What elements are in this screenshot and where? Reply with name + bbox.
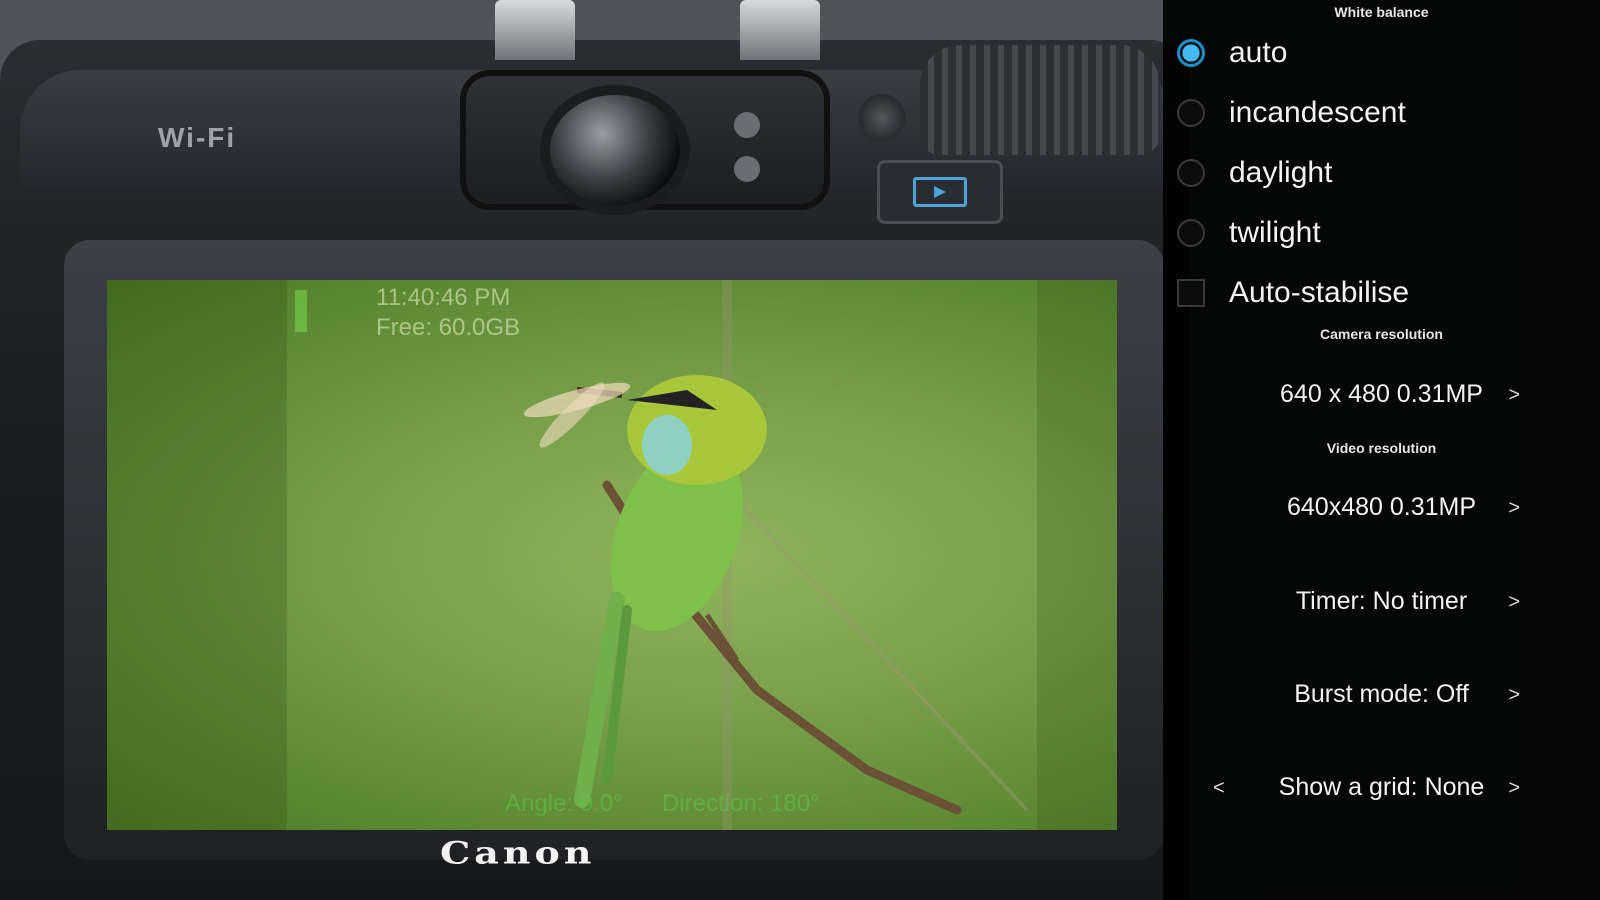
grid-value: Show a grid: None <box>1278 773 1485 801</box>
option-label: daylight <box>1229 156 1333 189</box>
camera-preview[interactable]: 11:40:46 PM Free: 60.0GB Angle: 0.0° Dir… <box>107 280 1117 830</box>
wifi-label: Wi-Fi <box>158 122 237 153</box>
chevron-right-icon[interactable]: > <box>1508 384 1520 407</box>
mode-dial <box>920 45 1160 155</box>
camera-resolution-value: 640 x 480 0.31MP <box>1280 380 1483 408</box>
option-label: auto <box>1229 36 1288 69</box>
option-label: twilight <box>1229 216 1321 249</box>
playback-button[interactable] <box>877 160 1003 224</box>
white-balance-option-twilight[interactable]: twilight <box>1177 208 1321 258</box>
burst-mode-value: Burst mode: Off <box>1294 680 1469 708</box>
angle-display: Angle: 0.0° <box>505 790 623 817</box>
chevron-right-icon[interactable]: > <box>1508 497 1520 520</box>
chevron-right-icon[interactable]: > <box>1508 591 1520 614</box>
auto-stabilise-checkbox[interactable]: Auto-stabilise <box>1177 268 1409 318</box>
white-balance-header: White balance <box>1334 4 1429 20</box>
settings-popup: White balance auto incandescent daylight… <box>1163 0 1600 900</box>
video-resolution-value: 640x480 0.31MP <box>1286 493 1477 521</box>
chevron-right-icon[interactable]: > <box>1508 684 1520 707</box>
viewfinder <box>460 70 830 210</box>
radio-unchecked-icon <box>1177 159 1205 187</box>
viewfinder-sensor-dot <box>734 156 760 182</box>
checkbox-icon <box>1177 279 1205 307</box>
video-resolution-selector[interactable]: 640x480 0.31MP > <box>1163 483 1600 533</box>
camera-resolution-header: Camera resolution <box>1320 326 1443 342</box>
white-balance-option-daylight[interactable]: daylight <box>1177 148 1332 198</box>
timer-selector[interactable]: Timer: No timer > <box>1163 577 1600 627</box>
video-resolution-header: Video resolution <box>1326 440 1437 456</box>
radio-unchecked-icon <box>1177 99 1205 127</box>
viewfinder-sensor-dot <box>734 112 760 138</box>
radio-unchecked-icon <box>1177 219 1205 247</box>
grid-selector[interactable]: < Show a grid: None > <box>1163 763 1600 813</box>
option-label: incandescent <box>1229 96 1406 129</box>
burst-mode-selector[interactable]: Burst mode: Off > <box>1163 670 1600 720</box>
bird-subject <box>523 280 1029 830</box>
hotshoe-left <box>495 0 575 60</box>
viewfinder-lens <box>550 95 680 205</box>
radio-checked-icon <box>1177 39 1205 67</box>
time-display: 11:40:46 PM <box>376 284 511 311</box>
direction-display: Direction: 180° <box>662 790 820 817</box>
camera-resolution-selector[interactable]: 640 x 480 0.31MP > <box>1163 370 1600 420</box>
option-label: Auto-stabilise <box>1229 276 1410 309</box>
brand-logo: Canon <box>440 834 596 871</box>
timer-value: Timer: No timer <box>1295 587 1468 615</box>
chevron-right-icon[interactable]: > <box>1508 777 1520 800</box>
hotshoe-right <box>740 0 820 60</box>
white-balance-option-auto[interactable]: auto <box>1177 28 1287 78</box>
free-space-display: Free: 60.0GB <box>376 314 521 341</box>
playback-icon <box>913 177 967 207</box>
level-indicator <box>295 290 307 332</box>
screw-icon <box>862 98 902 138</box>
white-balance-option-incandescent[interactable]: incandescent <box>1177 88 1406 138</box>
